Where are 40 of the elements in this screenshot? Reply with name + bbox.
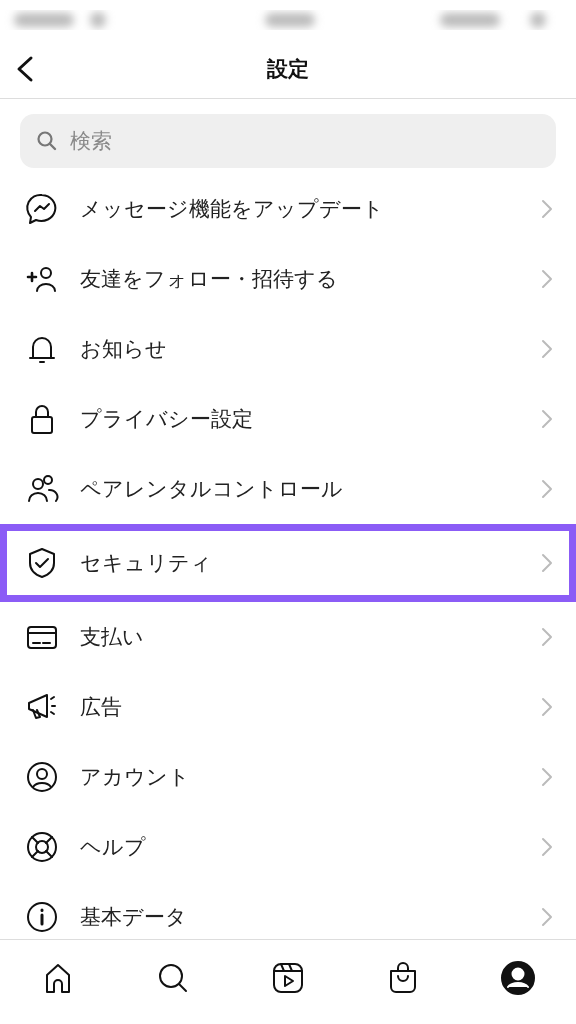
settings-item[interactable]: メッセージ機能をアップデート	[0, 174, 576, 244]
settings-item[interactable]: 基本データ	[0, 882, 576, 939]
chevron-icon	[540, 338, 554, 360]
profile-icon[interactable]	[499, 959, 538, 997]
item-label: 基本データ	[80, 904, 188, 931]
settings-item[interactable]: ヘルプ	[0, 812, 576, 882]
page-title: 設定	[266, 56, 310, 83]
settings-item[interactable]: 支払い	[0, 602, 576, 672]
profile-circle-icon	[24, 759, 60, 795]
item-label: 友達をフォロー・招待する	[80, 266, 339, 293]
chevron-icon	[540, 906, 554, 928]
item-label: ヘルプ	[80, 834, 147, 861]
chevron-icon	[540, 696, 554, 718]
item-label: お知らせ	[80, 336, 168, 363]
search-icon	[36, 130, 58, 152]
chevron-icon	[540, 552, 554, 574]
chevron-icon	[540, 198, 554, 220]
settings-item[interactable]: 広告	[0, 672, 576, 742]
chevron-icon	[540, 766, 554, 788]
item-label: ペアレンタルコントロール	[80, 476, 344, 503]
lifebuoy-icon	[24, 829, 60, 865]
item-label: プライバシー設定	[80, 406, 254, 433]
chevron-icon	[540, 836, 554, 858]
settings-item[interactable]: 友達をフォロー・招待する	[0, 244, 576, 314]
settings-item[interactable]: ペアレンタルコントロール	[0, 454, 576, 524]
info-icon	[24, 899, 60, 935]
item-label: 支払い	[80, 624, 145, 651]
item-label: 広告	[80, 694, 123, 721]
settings-item[interactable]: プライバシー設定	[0, 384, 576, 454]
settings-item[interactable]: セキュリティ	[0, 524, 576, 602]
chevron-icon	[540, 408, 554, 430]
settings-item[interactable]: お知らせ	[0, 314, 576, 384]
item-label: メッセージ機能をアップデート	[80, 196, 385, 223]
item-label: アカウント	[80, 764, 191, 791]
chevron-icon	[540, 268, 554, 290]
chevron-icon	[540, 478, 554, 500]
item-label: セキュリティ	[80, 550, 213, 577]
search-field[interactable]: 検索	[20, 114, 556, 168]
chevron-icon	[540, 626, 554, 648]
settings-item[interactable]: アカウント	[0, 742, 576, 812]
